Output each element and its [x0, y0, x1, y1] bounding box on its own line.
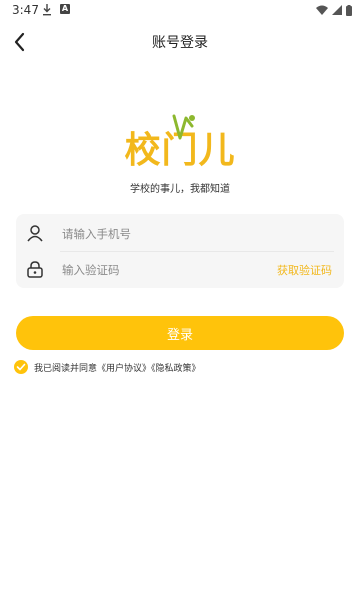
user-icon [27, 225, 43, 242]
nav-bar: 账号登录 [0, 22, 360, 62]
checkmark-icon [16, 363, 26, 371]
verification-code-input[interactable] [60, 259, 244, 281]
login-button[interactable]: 登录 [16, 316, 344, 350]
agreement-text: 我已阅读并同意《用户协议》《隐私政策》 [34, 361, 201, 374]
code-row: 获取验证码 [16, 251, 344, 287]
app-logo: 校门儿 [124, 114, 235, 171]
page-title: 账号登录 [152, 35, 208, 51]
battery-icon [346, 4, 352, 16]
user-agreement-link[interactable]: 《用户协议》 [97, 364, 151, 374]
status-time: 3:47 [12, 3, 39, 17]
get-code-button[interactable]: 获取验证码 [277, 262, 332, 278]
privacy-policy-link[interactable]: 《隐私政策》 [151, 364, 201, 374]
lock-icon [27, 261, 43, 278]
notification-a-icon: A [60, 4, 70, 14]
signal-icon [332, 5, 342, 15]
phone-input[interactable] [60, 223, 264, 245]
phone-row [16, 215, 344, 252]
status-bar: 3:47 A [0, 0, 360, 22]
slogan: 学校的事儿，我都知道 [130, 184, 230, 195]
agreement-prefix: 我已阅读并同意 [34, 363, 98, 374]
status-icons [316, 4, 352, 16]
agreement-row: 我已阅读并同意《用户协议》《隐私政策》 [14, 359, 201, 375]
agreement-checkbox[interactable] [14, 360, 28, 374]
login-form-card: 获取验证码 [16, 214, 344, 288]
wifi-icon [316, 5, 328, 15]
download-icon [43, 4, 51, 16]
